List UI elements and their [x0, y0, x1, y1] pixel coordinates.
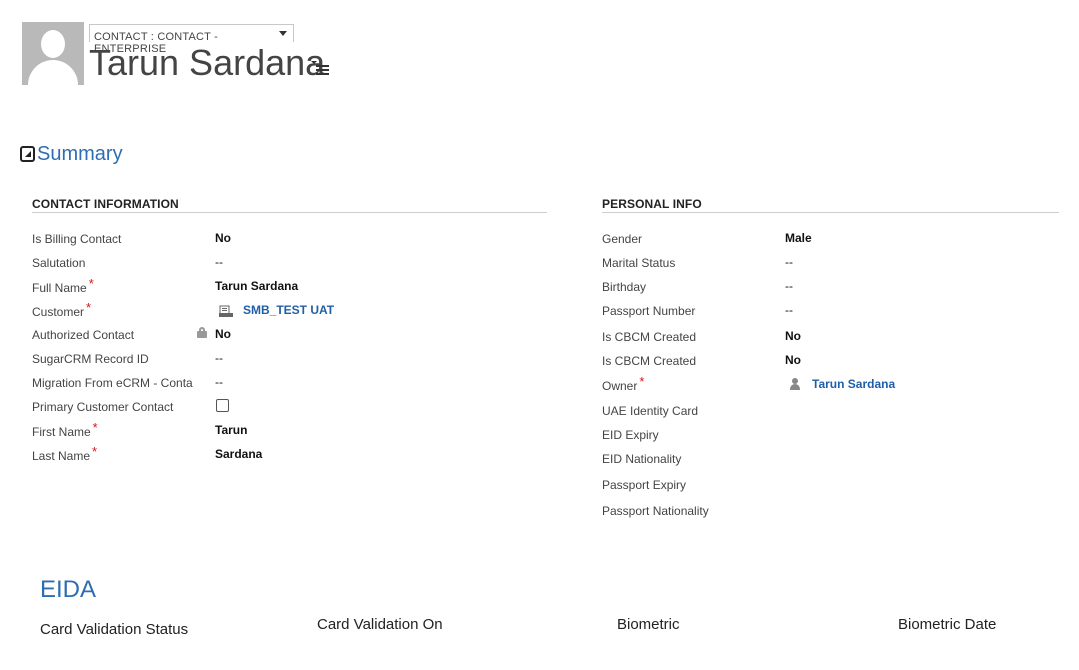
field-value-birthday[interactable]: --: [785, 279, 793, 293]
field-label-billing-contact: Is Billing Contact: [32, 232, 122, 246]
field-value-gender[interactable]: Male: [785, 231, 812, 245]
avatar-head: [41, 30, 65, 58]
field-label-passport-nationality: Passport Nationality: [602, 504, 709, 518]
field-label-customer: Customer *: [32, 300, 92, 319]
contact-avatar: [22, 22, 84, 85]
section-title-summary: Summary: [37, 143, 123, 165]
record-title: Tarun Sardana: [89, 42, 326, 83]
customer-lookup-link[interactable]: SMB_TEST UAT: [243, 303, 334, 317]
field-label-salutation: Salutation: [32, 256, 86, 270]
lock-icon: [197, 327, 207, 338]
required-indicator: *: [639, 374, 645, 389]
personal-info-divider: [602, 212, 1059, 213]
eida-column-card-validation-status: Card Validation Status: [40, 621, 189, 638]
field-label-eid-nationality: EID Nationality: [602, 452, 682, 466]
required-indicator: *: [92, 420, 98, 435]
field-label-full-name: Full Name *: [32, 276, 94, 295]
field-value-migration[interactable]: --: [215, 375, 223, 389]
primary-customer-contact-checkbox[interactable]: [216, 399, 229, 412]
field-value-billing-contact[interactable]: No: [215, 231, 231, 245]
menu-caret-icon: [311, 61, 317, 64]
field-label-first-name: First Name *: [32, 420, 98, 439]
field-value-sugarcrm-id[interactable]: --: [215, 351, 223, 365]
field-label-passport-expiry: Passport Expiry: [602, 478, 687, 492]
menu-line-icon: [316, 73, 329, 75]
personal-info-heading: PERSONAL INFO: [602, 197, 702, 211]
menu-line-icon: [316, 65, 329, 67]
field-label-uae-identity-card: UAE Identity Card: [602, 404, 699, 418]
record-menu-button[interactable]: [311, 61, 329, 75]
contact-information-heading: CONTACT INFORMATION: [32, 197, 179, 211]
owner-lookup-link[interactable]: Tarun Sardana: [812, 377, 895, 391]
field-value-last-name[interactable]: Sardana: [215, 447, 262, 461]
field-label-cbcm-created: Is CBCM Created: [602, 330, 697, 344]
eida-column-card-validation-on: Card Validation On: [317, 616, 443, 633]
summary-collapse-button[interactable]: [20, 146, 35, 162]
collapse-triangle-icon: [25, 151, 31, 157]
required-indicator: *: [86, 300, 92, 315]
field-label-migration: Migration From eCRM - Conta: [32, 376, 193, 390]
chevron-down-icon: [279, 31, 287, 36]
menu-line-icon: [316, 69, 329, 71]
field-value-cbcm-created-2[interactable]: No: [785, 353, 801, 367]
field-label-authorized-contact: Authorized Contact: [32, 328, 135, 342]
field-label-birthday: Birthday: [602, 280, 647, 294]
avatar-shoulders: [28, 60, 78, 85]
field-value-cbcm-created[interactable]: No: [785, 329, 801, 343]
field-label-marital-status: Marital Status: [602, 256, 676, 270]
field-label-cbcm-created-2: Is CBCM Created: [602, 354, 697, 368]
field-label-primary-customer-contact: Primary Customer Contact: [32, 400, 174, 414]
field-value-passport-number[interactable]: --: [785, 303, 793, 317]
field-value-marital-status[interactable]: --: [785, 255, 793, 269]
person-icon: [790, 378, 800, 390]
account-icon: [219, 305, 233, 317]
field-label-last-name: Last Name *: [32, 444, 98, 463]
field-label-sugarcrm-id: SugarCRM Record ID: [32, 352, 149, 366]
section-title-eida: EIDA: [40, 576, 97, 603]
required-indicator: *: [92, 444, 98, 459]
field-label-owner: Owner *: [602, 374, 645, 393]
required-indicator: *: [88, 276, 94, 291]
field-value-salutation[interactable]: --: [215, 255, 223, 269]
eida-column-biometric-date: Biometric Date: [898, 616, 997, 633]
field-label-eid-expiry: EID Expiry: [602, 428, 659, 442]
field-label-passport-number: Passport Number: [602, 304, 696, 318]
field-value-first-name[interactable]: Tarun: [215, 423, 247, 437]
field-label-gender: Gender: [602, 232, 643, 246]
eida-column-biometric: Biometric: [617, 616, 680, 633]
field-value-full-name[interactable]: Tarun Sardana: [215, 279, 298, 293]
field-value-authorized-contact: No: [215, 327, 231, 341]
contact-information-divider: [32, 212, 547, 213]
